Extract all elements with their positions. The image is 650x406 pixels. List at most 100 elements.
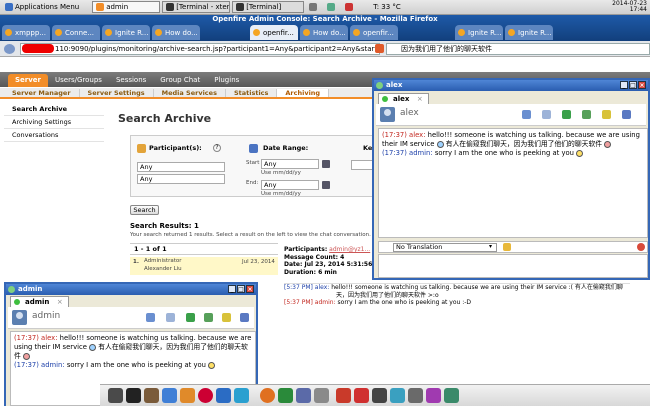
browser-tab[interactable]: Conne... [52, 25, 100, 40]
online-status-icon [14, 299, 20, 305]
close-tab-icon[interactable]: × [57, 298, 63, 306]
chat-window-alex: alex _ □ × alex × alex (17:37) alex: hel… [372, 78, 650, 280]
file-transfer-icon[interactable] [562, 110, 571, 119]
history-icon[interactable] [222, 313, 231, 322]
result-user1: Administrator [144, 258, 182, 264]
subtab-server-settings[interactable]: Server Settings [80, 88, 154, 97]
download-icon[interactable] [444, 388, 459, 403]
subtab-archiving[interactable]: Archiving [277, 88, 330, 97]
result-row[interactable]: 1. Administrator Alexander Liu Jul 23, 2… [130, 257, 278, 275]
message-input[interactable] [378, 254, 648, 278]
profile-icon[interactable] [146, 313, 155, 322]
back-icon[interactable] [4, 44, 15, 54]
file-transfer-icon[interactable] [186, 313, 195, 322]
tab-users-groups[interactable]: Users/Groups [48, 74, 109, 87]
browser-tab[interactable]: Ignite R... [102, 25, 150, 40]
clock[interactable]: 2014-07-23 17:44 [612, 0, 647, 14]
network-button[interactable] [342, 1, 358, 13]
chat-icon[interactable] [390, 388, 405, 403]
viewer-icon[interactable] [408, 388, 423, 403]
date-picker-icon[interactable] [322, 160, 330, 168]
taskbar-window-admin[interactable]: admin [92, 1, 161, 13]
close-button[interactable]: × [638, 81, 646, 89]
emoticon-picker-icon[interactable] [503, 243, 511, 251]
sidebar-item-search-archive[interactable]: Search Archive [4, 103, 104, 116]
tab-group-chat[interactable]: Group Chat [153, 74, 207, 87]
applications-menu[interactable]: Applications Menu [2, 1, 82, 13]
media-player-icon[interactable] [198, 388, 213, 403]
window-title-bar[interactable]: alex _ □ × [374, 80, 648, 91]
start-date-input[interactable]: Any [261, 159, 319, 169]
avatar [12, 310, 27, 325]
help-icon[interactable]: ? [213, 144, 221, 152]
settings-icon[interactable] [180, 388, 195, 403]
invite-icon[interactable] [166, 313, 175, 322]
search-button[interactable]: Search [130, 205, 159, 215]
close-button[interactable]: × [246, 285, 254, 293]
spark-icon[interactable] [278, 388, 293, 403]
terminal-icon [166, 3, 175, 11]
subtab-server-manager[interactable]: Server Manager [4, 88, 80, 97]
minimize-button[interactable]: _ [228, 285, 236, 293]
tab-server[interactable]: Server [8, 74, 49, 87]
browser-icon[interactable] [234, 388, 249, 403]
participant-link[interactable]: admin@yz1... [329, 246, 370, 253]
sidebar-item-archiving-settings[interactable]: Archiving Settings [4, 116, 104, 129]
window-title-bar[interactable]: admin _ □ × [6, 284, 256, 295]
result-date: Jul 23, 2014 [242, 259, 275, 265]
end-date-input[interactable]: Any [261, 180, 319, 190]
profile-icon[interactable] [522, 110, 531, 119]
browser-search-input[interactable]: 因为我们用了他们的聊天软件 [386, 43, 650, 55]
subtab-statistics[interactable]: Statistics [226, 88, 278, 97]
package-icon[interactable] [336, 388, 351, 403]
browser-tab[interactable]: xmppp... [2, 25, 50, 40]
screenshot-icon[interactable] [582, 110, 591, 119]
options-icon[interactable] [622, 110, 631, 119]
chat-transcript[interactable]: (17:37) alex: hello!!! someone is watchi… [378, 128, 648, 238]
browser-tab[interactable]: How do... [300, 25, 348, 40]
history-icon[interactable] [602, 110, 611, 119]
maximize-button[interactable]: □ [237, 285, 245, 293]
translation-select[interactable]: No Translation [393, 243, 497, 252]
browser-tab[interactable]: Ignite R... [505, 25, 553, 40]
show-desktop-button[interactable] [306, 1, 322, 13]
chat-tab-alex[interactable]: alex × [378, 93, 429, 104]
workspace-button[interactable] [324, 1, 340, 13]
tab-plugins[interactable]: Plugins [207, 74, 246, 87]
taskbar-window-terminal[interactable]: [Terminal] [232, 1, 305, 13]
browser-tab[interactable]: openfir... [350, 25, 398, 40]
spellcheck-icon[interactable] [637, 243, 645, 251]
date-picker-icon[interactable] [322, 181, 330, 189]
editor-icon[interactable] [162, 388, 177, 403]
tab-sessions[interactable]: Sessions [109, 74, 153, 87]
mail-icon[interactable] [296, 388, 311, 403]
browser-tab[interactable]: How do... [152, 25, 200, 40]
chevron-down-icon[interactable]: ▾ [489, 244, 495, 250]
participant2-input[interactable]: Any [137, 174, 225, 184]
terminal-icon[interactable] [126, 388, 141, 403]
screenshot-icon[interactable] [204, 313, 213, 322]
browser-tab-active[interactable]: openfir... [250, 25, 298, 40]
music-icon[interactable] [354, 388, 369, 403]
sidebar-item-conversations[interactable]: Conversations [4, 129, 104, 142]
url-input[interactable]: 110:9090/plugins/monitoring/archive-sear… [20, 43, 380, 55]
photo-icon[interactable] [426, 388, 441, 403]
maximize-button[interactable]: □ [629, 81, 637, 89]
chat-tab-admin[interactable]: admin × [10, 296, 69, 307]
taskbar-window-terminal-xterm[interactable]: [Terminal - xter... [162, 1, 231, 13]
close-tab-icon[interactable]: × [417, 95, 423, 103]
archive-icon[interactable] [144, 388, 159, 403]
options-icon[interactable] [240, 313, 249, 322]
invite-icon[interactable] [542, 110, 551, 119]
files-icon[interactable] [108, 388, 123, 403]
browser-tab[interactable]: Ignite R... [455, 25, 503, 40]
subtab-media-services[interactable]: Media Services [154, 88, 226, 97]
participant1-input[interactable]: Any [137, 162, 225, 172]
firefox-icon[interactable] [260, 388, 275, 403]
search-engine-icon[interactable] [375, 44, 384, 53]
system-monitor-icon[interactable] [372, 388, 387, 403]
bluetooth-icon[interactable] [216, 388, 231, 403]
minimize-button[interactable]: _ [620, 81, 628, 89]
calculator-icon[interactable] [314, 388, 329, 403]
sad-emoticon-icon [436, 140, 444, 148]
